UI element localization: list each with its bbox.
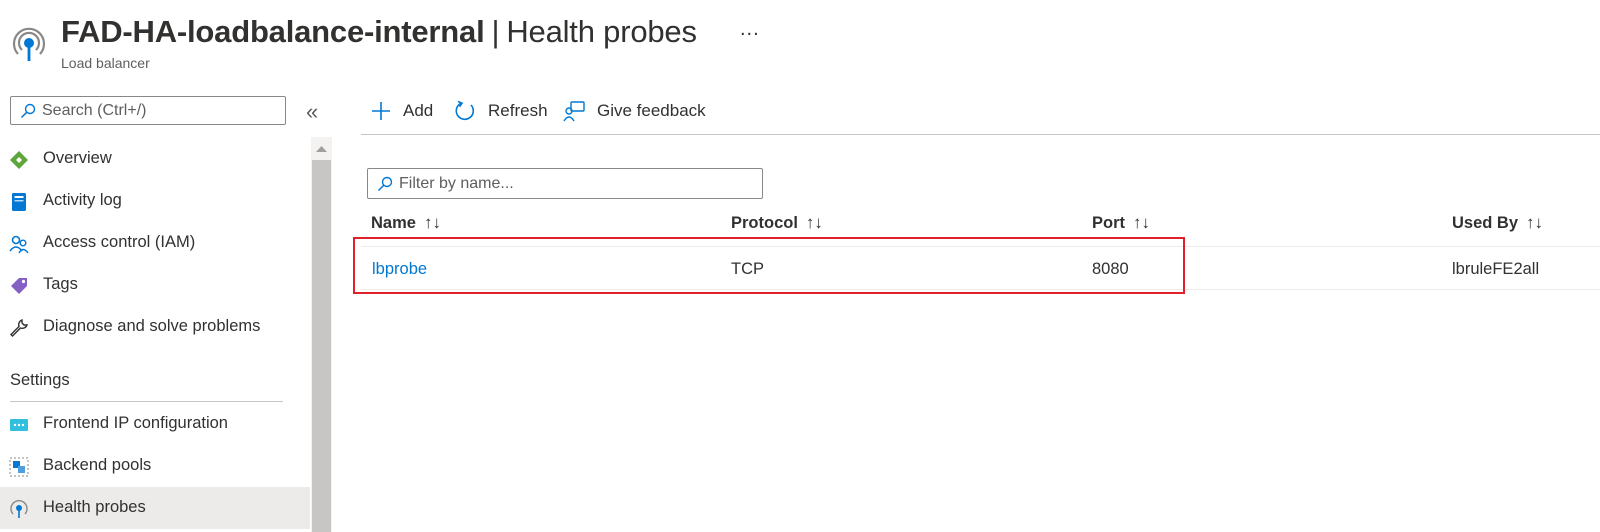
blade-name: Health probes xyxy=(506,14,697,49)
sidebar-item-diagnose[interactable]: Diagnose and solve problems xyxy=(0,306,310,348)
column-header-name[interactable]: Name ↑↓ xyxy=(371,213,441,233)
give-feedback-label: Give feedback xyxy=(597,101,706,120)
sidebar-item-tags[interactable]: Tags xyxy=(0,264,310,306)
sidebar-item-label: Access control (IAM) xyxy=(43,233,196,251)
add-button-label: Add xyxy=(403,101,434,120)
filter-by-name-input[interactable] xyxy=(399,173,749,195)
probe-port-cell: 8080 xyxy=(1092,260,1129,278)
page-title: FAD-HA-loadbalance-internal | Health probe… xyxy=(61,14,697,50)
add-button[interactable]: Add xyxy=(371,96,433,126)
column-header-label: Protocol xyxy=(731,214,798,232)
sort-icon: ↑↓ xyxy=(805,213,823,232)
backend-pools-icon xyxy=(9,457,29,477)
feedback-icon xyxy=(563,101,585,122)
sidebar-item-frontend-ip[interactable]: Frontend IP configuration xyxy=(0,403,310,445)
sidebar-search-box[interactable] xyxy=(10,96,286,125)
sidebar-item-health-probes[interactable]: Health probes xyxy=(0,487,310,529)
frontend-ip-icon xyxy=(10,419,28,431)
sidebar-search-input[interactable] xyxy=(42,100,272,122)
more-options-button[interactable]: ... xyxy=(740,18,760,41)
refresh-button[interactable]: Refresh xyxy=(454,96,548,126)
resource-name: FAD-HA-loadbalance-internal xyxy=(61,14,485,49)
sidebar-item-label: Health probes xyxy=(43,498,146,516)
probe-protocol-cell: TCP xyxy=(731,260,764,278)
sidebar-item-backend-pools[interactable]: Backend pools xyxy=(0,445,310,487)
sidebar-item-label: Overview xyxy=(43,149,112,167)
sidebar-item-label: Backend pools xyxy=(43,456,152,474)
column-header-used-by[interactable]: Used By ↑↓ xyxy=(1452,213,1543,233)
wrench-icon xyxy=(10,319,28,337)
health-probe-resource-icon xyxy=(12,27,46,61)
table-row-divider xyxy=(361,289,1600,290)
title-separator: | xyxy=(491,14,500,49)
scrollbar-thumb[interactable] xyxy=(312,160,331,532)
probe-used-by-cell: lbruleFE2all xyxy=(1452,260,1540,278)
refresh-icon xyxy=(455,100,475,121)
sort-icon: ↑↓ xyxy=(1133,213,1150,232)
collapse-sidebar-button[interactable]: « xyxy=(306,99,318,125)
sidebar-item-overview[interactable]: Overview xyxy=(0,138,310,180)
column-header-label: Name xyxy=(371,214,416,232)
sidebar-item-label: Diagnose and solve problems xyxy=(43,317,261,335)
tag-icon xyxy=(11,278,27,294)
sidebar-item-activity-log[interactable]: Activity log xyxy=(0,180,310,222)
table-header-divider xyxy=(361,246,1600,247)
toolbar-divider xyxy=(361,134,1600,135)
overview-icon xyxy=(10,151,28,169)
probe-name-link[interactable]: lbprobe xyxy=(372,260,427,279)
sort-icon: ↑↓ xyxy=(1526,213,1544,232)
health-probe-icon xyxy=(10,500,28,518)
settings-section-header: Settings xyxy=(10,371,70,389)
search-icon xyxy=(20,103,36,119)
column-header-label: Used By xyxy=(1452,214,1519,232)
filter-box[interactable] xyxy=(367,168,763,199)
sort-icon: ↑↓ xyxy=(423,213,441,232)
column-header-protocol[interactable]: Protocol ↑↓ xyxy=(731,213,823,233)
resource-type: Load balancer xyxy=(61,55,150,71)
plus-icon xyxy=(372,102,390,120)
sidebar-item-access-control[interactable]: Access control (IAM) xyxy=(0,222,310,264)
search-icon xyxy=(377,176,393,192)
sidebar-item-label: Activity log xyxy=(43,191,122,209)
sidebar-item-label: Tags xyxy=(43,275,78,293)
sidebar-item-label: Frontend IP configuration xyxy=(43,414,228,432)
settings-divider xyxy=(10,401,283,402)
column-header-port[interactable]: Port ↑↓ xyxy=(1092,213,1150,233)
activity-log-icon xyxy=(12,193,26,211)
column-header-label: Port xyxy=(1092,214,1125,232)
refresh-button-label: Refresh xyxy=(488,101,548,120)
iam-icon xyxy=(9,235,29,254)
give-feedback-button[interactable]: Give feedback xyxy=(563,96,706,126)
scroll-up-arrow-icon[interactable] xyxy=(311,140,332,158)
